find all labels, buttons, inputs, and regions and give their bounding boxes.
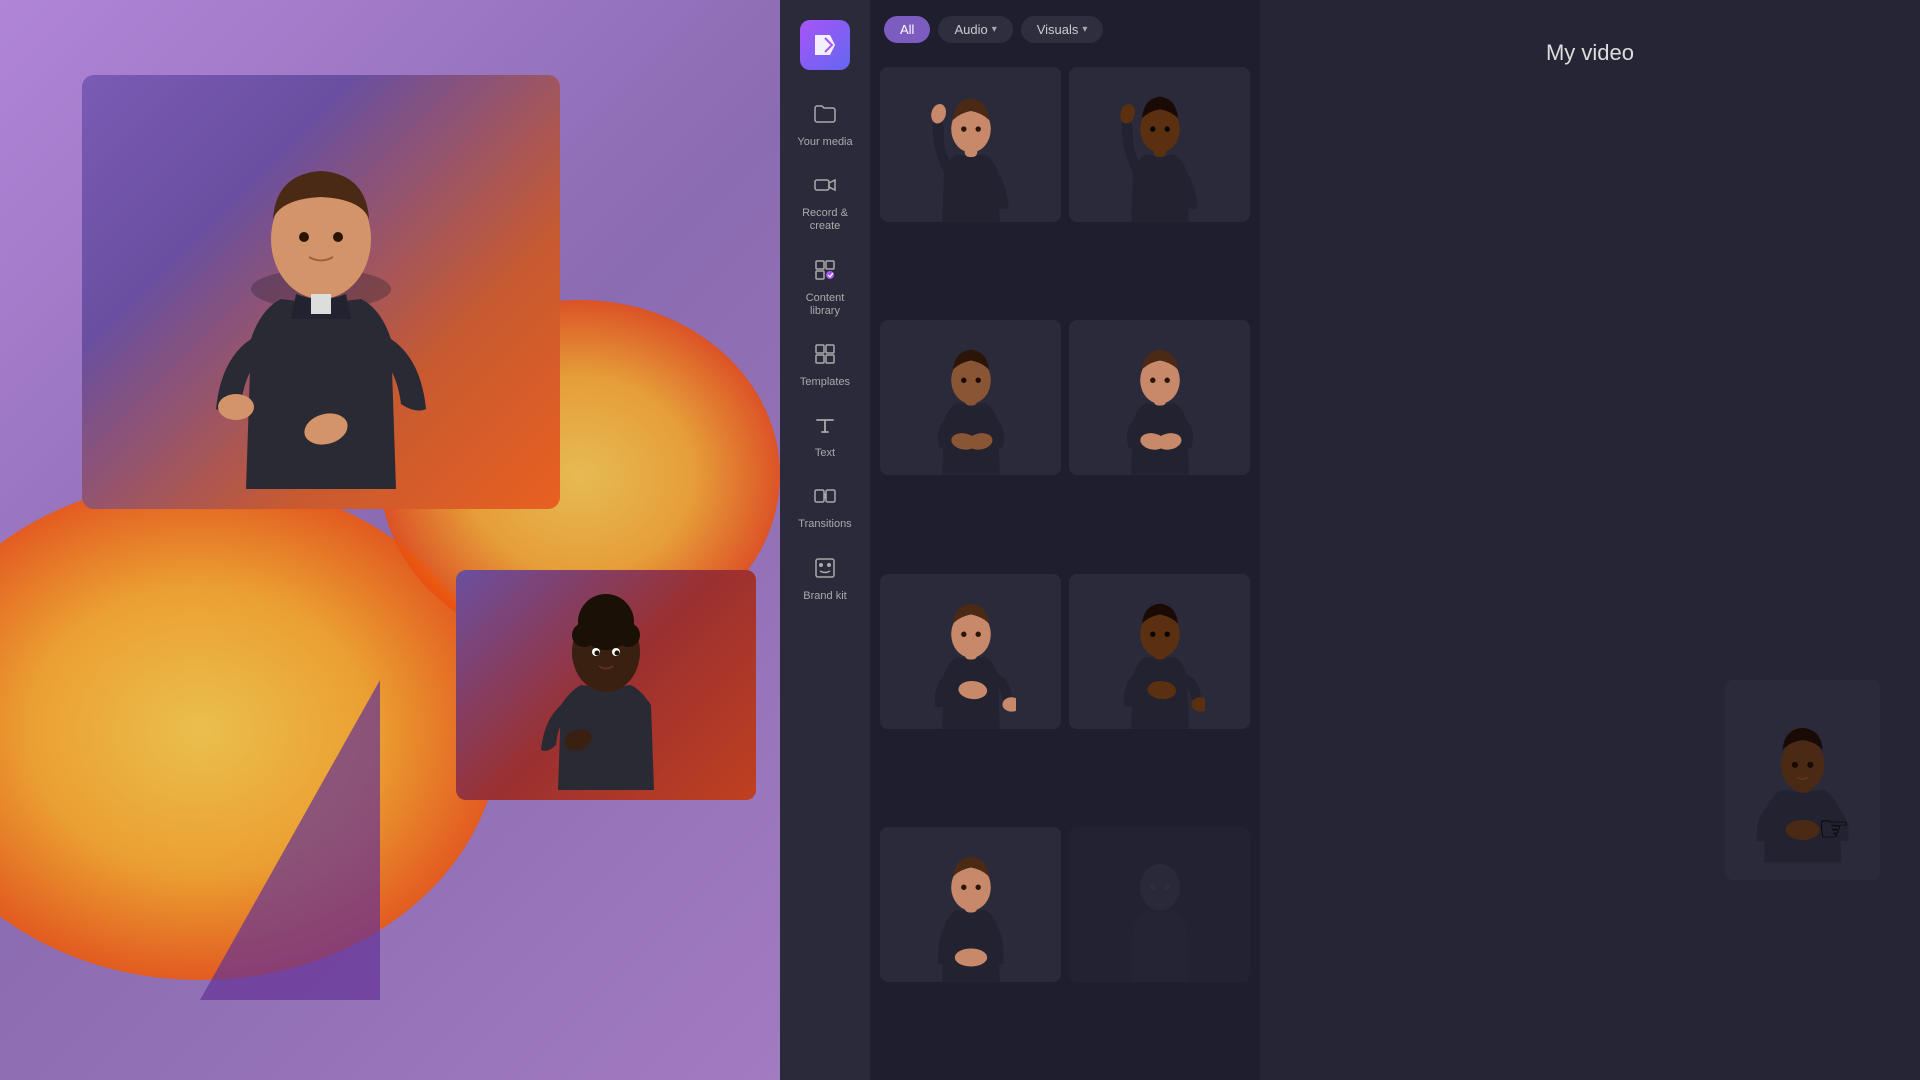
avatar-card-7[interactable] bbox=[880, 827, 1061, 982]
audio-chevron-icon: ▾ bbox=[992, 24, 997, 35]
content-panel: All Audio ▾ Visuals ▾ bbox=[870, 0, 1260, 1080]
templates-label: Templates bbox=[800, 376, 850, 389]
sidebar-item-templates[interactable]: Templates bbox=[780, 330, 870, 401]
text-icon bbox=[813, 413, 837, 443]
sidebar-item-your-media[interactable]: Your media bbox=[780, 90, 870, 161]
sidebar-item-text[interactable]: Text bbox=[780, 401, 870, 472]
record-icon bbox=[813, 173, 837, 203]
hand-cursor-icon: ☞ bbox=[1818, 808, 1850, 850]
right-panel-avatar-card[interactable] bbox=[1725, 680, 1880, 880]
avatar-card-6[interactable] bbox=[1069, 574, 1250, 729]
visuals-filter-button[interactable]: Visuals ▾ bbox=[1021, 16, 1104, 43]
transitions-icon bbox=[813, 484, 837, 514]
avatar-grid bbox=[870, 59, 1260, 1080]
app-logo[interactable] bbox=[800, 20, 850, 70]
all-filter-button[interactable]: All bbox=[884, 16, 930, 43]
avatar-card-4[interactable] bbox=[1069, 320, 1250, 475]
avatar-card-1[interactable] bbox=[880, 67, 1061, 222]
sidebar-item-brand-kit[interactable]: Brand kit bbox=[780, 544, 870, 615]
small-video-card[interactable] bbox=[456, 570, 756, 800]
avatar-card-8[interactable] bbox=[1069, 827, 1250, 982]
avatar-card-3[interactable] bbox=[880, 320, 1061, 475]
brand-kit-label: Brand kit bbox=[803, 590, 846, 603]
sidebar-item-transitions[interactable]: Transitions bbox=[780, 472, 870, 543]
visuals-chevron-icon: ▾ bbox=[1082, 24, 1087, 35]
avatar-card-2[interactable] bbox=[1069, 67, 1250, 222]
brand-kit-icon bbox=[813, 556, 837, 586]
content-library-label: Contentlibrary bbox=[806, 292, 845, 318]
text-label: Text bbox=[815, 447, 835, 460]
content-library-icon bbox=[813, 258, 837, 288]
main-video-card[interactable] bbox=[82, 75, 560, 509]
canvas-area bbox=[0, 0, 780, 1080]
right-panel: My video ☞ bbox=[1260, 0, 1920, 1080]
avatar-card-5[interactable] bbox=[880, 574, 1061, 729]
sidebar: Your media Record &create Contentlibrary bbox=[780, 0, 870, 1080]
templates-icon bbox=[813, 342, 837, 372]
transitions-label: Transitions bbox=[798, 518, 851, 531]
my-video-label: My video bbox=[1546, 40, 1634, 66]
background-triangle bbox=[200, 680, 380, 1000]
your-media-label: Your media bbox=[797, 136, 852, 149]
sidebar-item-record-create[interactable]: Record &create bbox=[780, 161, 870, 245]
audio-filter-button[interactable]: Audio ▾ bbox=[938, 16, 1012, 43]
filter-bar: All Audio ▾ Visuals ▾ bbox=[870, 0, 1260, 59]
record-create-label: Record &create bbox=[802, 207, 848, 233]
sidebar-item-content-library[interactable]: Contentlibrary bbox=[780, 246, 870, 330]
folder-icon bbox=[813, 102, 837, 132]
